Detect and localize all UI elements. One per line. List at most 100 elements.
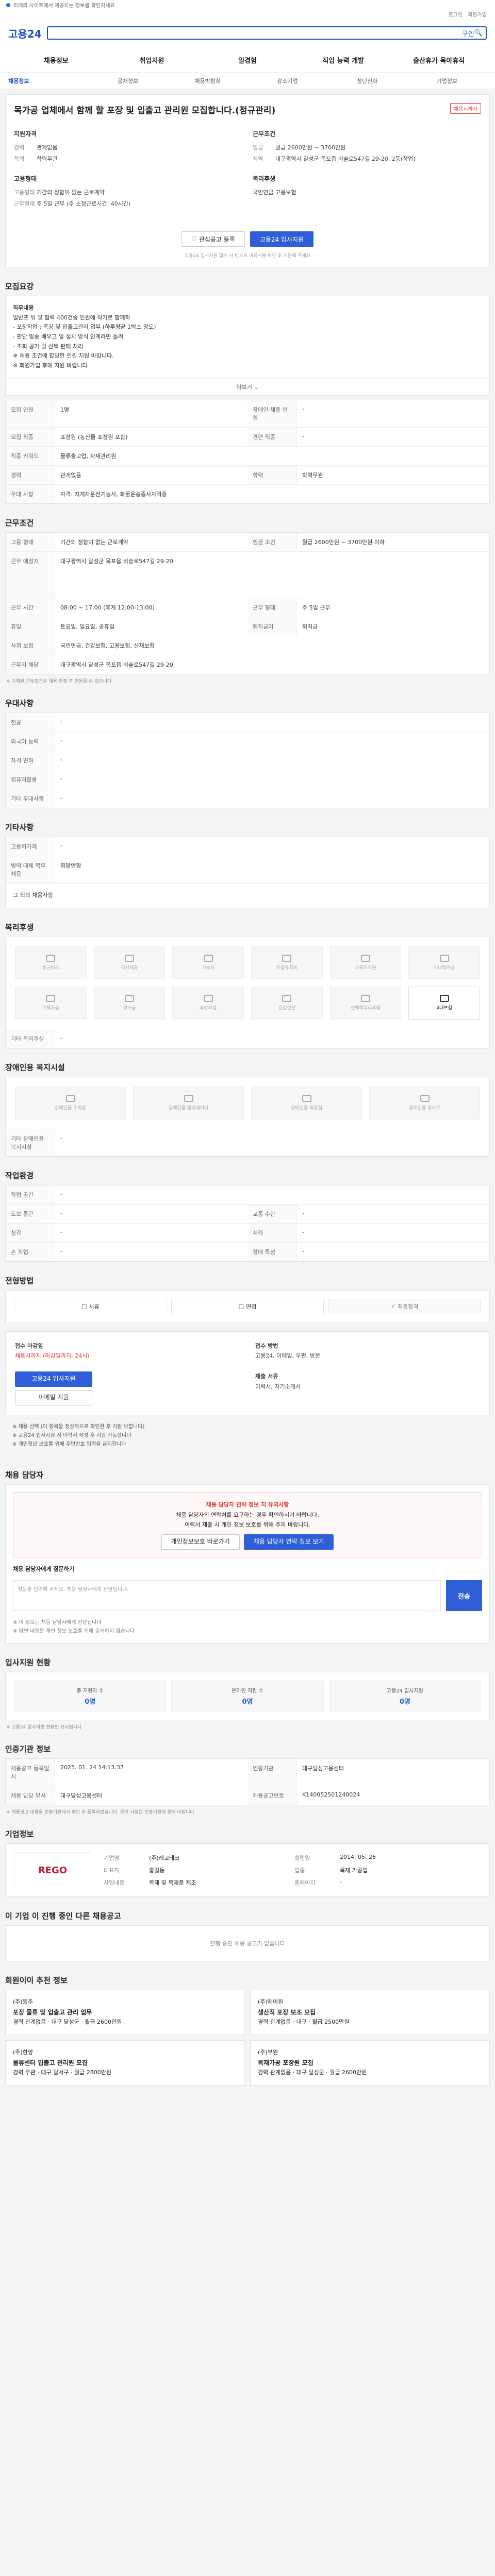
conditions-table: 고용 형태 기간의 정함이 없는 근로계약 임금 조건 월급 2600만원 ~ 370… — [5, 532, 490, 674]
main-nav: 채용정보 취업지원 일경험 직업 능력 개발 출산휴가 육아휴직 — [0, 47, 495, 72]
process-steps: □ 서류 □ 면접 ✓ 최종합격 — [5, 1290, 490, 1323]
house-icon — [46, 995, 56, 1002]
gift-icon — [124, 995, 134, 1002]
insurance-icon — [439, 995, 449, 1002]
welfare-item: 건강검진 — [251, 986, 323, 1020]
stat-card: 고용24 입사지원 0명 — [328, 1681, 481, 1712]
section-label: 복리후생 — [253, 175, 276, 182]
privacy-button[interactable]: 개인정보보호 바로가기 — [161, 1534, 240, 1550]
section-title: 작업환경 — [5, 1171, 34, 1180]
cap-icon — [439, 955, 449, 962]
recommend-card[interactable]: (주)한양 물류센터 입출고 관리원 모집 경력 무관 · 대구 달서구 · 월급 … — [5, 2040, 245, 2086]
nav-item[interactable]: 출산휴가 육아휴직 — [391, 55, 487, 65]
check-icon: ✓ — [390, 1303, 396, 1310]
health-icon — [282, 995, 292, 1002]
section-label: 고용형태 — [14, 175, 37, 182]
deadline-text: 채용시까지 (마감일까지: 24시) — [15, 1352, 90, 1360]
heart-icon: ♡ — [191, 235, 197, 243]
section-title: 전형방법 — [5, 1276, 34, 1285]
welfare-grid: 통근버스 식사제공 기숙사 차량유지비 교육비지원 자녀학자금 주택자금 경조금… — [5, 936, 490, 1048]
apply-button-2[interactable]: 고용24 입사지원 — [15, 1371, 92, 1387]
job-summary: 목가공 업체에서 함께 할 포장 및 입출고 관리원 모집합니다.(정규관리) 채… — [5, 94, 490, 267]
book-icon — [360, 955, 370, 962]
notice-bar: 아래의 사이트에서 제공하는 정보를 확인하세요 — [0, 0, 495, 10]
recruit-box: 직무내용 일반포 뒤 및 협력 400건중 인원에 작가로 함께하 - 포장작업… — [5, 296, 490, 396]
welfare-item: 주택자금 — [15, 986, 87, 1020]
subnav-item[interactable]: 기업정보 — [407, 77, 487, 85]
subnav-item[interactable]: 강소기업 — [248, 77, 327, 85]
subnav-item[interactable]: 청년친화 — [327, 77, 407, 85]
contact-box: 채용 담당자 연락 정보 지 유의사항 채용 담당자의 연락처를 요구하는 경우… — [5, 1484, 490, 1644]
welfare-item: 통근버스 — [15, 946, 87, 979]
document-icon: □ — [81, 1303, 87, 1310]
stat-card: 총 지원자 수 0명 — [14, 1681, 167, 1712]
facility-item: 장애인용 경사로 — [369, 1086, 480, 1120]
recommend-card[interactable]: (주)동주 포장 물류 및 입출고 관리 업무 경력 관계없음 · 대구 달성군 ·… — [5, 1990, 245, 2036]
email-apply-button[interactable]: 이메일 지원 — [15, 1389, 92, 1405]
recommend-card[interactable]: (주)부원 목재가공 포장원 모집 경력 관계없음 · 대구 달성군 · 월급 26… — [250, 2040, 490, 2086]
welfare-item: 자녀학자금 — [408, 946, 480, 979]
facility-item: 장애인용 화장실 — [251, 1086, 362, 1120]
favorite-button[interactable]: ♡ 관심공고 등록 — [181, 231, 245, 247]
section-title: 복리후생 — [5, 922, 34, 932]
more-button[interactable]: 더보기 ⌄ — [6, 378, 489, 395]
step-item: ✓ 최종합격 — [328, 1298, 482, 1314]
apply-button[interactable]: 고용24 입사지원 — [250, 231, 314, 247]
section-title: 장애인용 복지시설 — [5, 1062, 65, 1072]
deadline-badge: 채용시까지 — [450, 103, 481, 114]
section-title: 이 기업 이 진행 중인 다른 채용공고 — [5, 1911, 121, 1921]
car-icon — [282, 955, 292, 962]
section-title: 회원이이 추천 정보 — [5, 1976, 68, 1986]
nav-item[interactable]: 채용정보 — [8, 55, 104, 65]
resort-icon — [203, 995, 213, 1002]
nav-item[interactable]: 취업지원 — [104, 55, 200, 65]
ramp-icon — [420, 1095, 430, 1102]
welfare-item: 차량유지비 — [251, 946, 323, 979]
section-title: 모집요강 — [5, 282, 34, 291]
section-title: 기업정보 — [5, 1829, 34, 1839]
step-item: □ 서류 — [14, 1298, 167, 1314]
search-icon[interactable]: 🔍 — [474, 29, 483, 37]
nav-item[interactable]: 직업 능력 개발 — [295, 55, 391, 65]
search-input[interactable]: 구인 🔍 — [46, 26, 487, 40]
section-title: 채용 담당자 — [5, 1470, 44, 1480]
stat-card: 온라인 지원 수 0명 — [171, 1681, 324, 1712]
nav-item[interactable]: 일경험 — [200, 55, 295, 65]
subnav-item[interactable]: 공채정보 — [88, 77, 168, 85]
header: 로그인 회원가입 고용24 구인 🔍 채용정보 취업지원 일경험 직업 능력 개발… — [0, 10, 495, 89]
section-title: 기타사항 — [5, 822, 34, 832]
facility-item: 장애인용 엘리베이터 — [133, 1086, 244, 1120]
signup-link[interactable]: 회원가입 — [468, 10, 487, 19]
logo[interactable]: 고용24 — [8, 26, 42, 41]
welfare-item-active: 4대보험 — [408, 986, 480, 1020]
welfare-item: 경조금 — [93, 986, 166, 1020]
recruit-table: 모집 인원 1명 장애인 채용 인원 - 모집 직종 포장원 (농산물 포장원 포함) 관… — [5, 399, 490, 504]
toilet-icon — [302, 1095, 311, 1102]
send-button[interactable]: 전송 — [446, 1580, 482, 1612]
bus-icon — [46, 955, 56, 962]
extra-table: 고용허가제 - 병역 대체 복무 채용 희망안함 그 외의 채용사항 — [5, 836, 490, 908]
job-title: 목가공 업체에서 함께 할 포장 및 입출고 관리원 모집합니다.(정규관리) — [14, 106, 276, 116]
welfare-item: 교육비지원 — [329, 946, 402, 979]
sub-nav: 채용정보 공채정보 채용박람회 강소기업 청년친화 기업정보 — [0, 72, 495, 89]
login-link[interactable]: 로그인 — [449, 10, 463, 19]
interview-icon: □ — [238, 1303, 244, 1310]
step-item: □ 면접 — [171, 1298, 324, 1314]
recommend-card[interactable]: (주)에이원 생산직 포장 보조 모집 경력 관계없음 · 대구 · 월급 2500… — [250, 1990, 490, 2036]
company-logo: REGO — [14, 1852, 91, 1889]
section-title: 입사지원 현황 — [5, 1658, 51, 1668]
subnav-item[interactable]: 채용정보 — [8, 77, 88, 85]
section-title: 인증기관 정보 — [5, 1744, 51, 1754]
question-input[interactable]: 질문을 입력해 주세요. 채용 담당자에게 전달됩니다. — [13, 1580, 441, 1612]
prefer-table: 전공 - 외국어 능력 - 자격 면허 - 컴퓨터활용 - 기타 우대사항 - — [5, 712, 490, 808]
subnav-item[interactable]: 채용박람회 — [168, 77, 248, 85]
section-label: 근무조건 — [253, 130, 276, 138]
section-title: 근무조건 — [5, 518, 34, 528]
welfare-item: 식사제공 — [93, 946, 166, 979]
meal-icon — [124, 955, 134, 962]
welfare-item: 기숙사 — [172, 946, 244, 979]
recommend-list: (주)동주 포장 물류 및 입출고 관리 업무 경력 관계없음 · 대구 달성군 ·… — [0, 1990, 495, 2086]
view-contact-button[interactable]: 채용 담당자 연락 정보 보기 — [243, 1534, 334, 1550]
facility-item: 장애인용 주차장 — [15, 1086, 126, 1120]
home-icon — [203, 955, 213, 962]
